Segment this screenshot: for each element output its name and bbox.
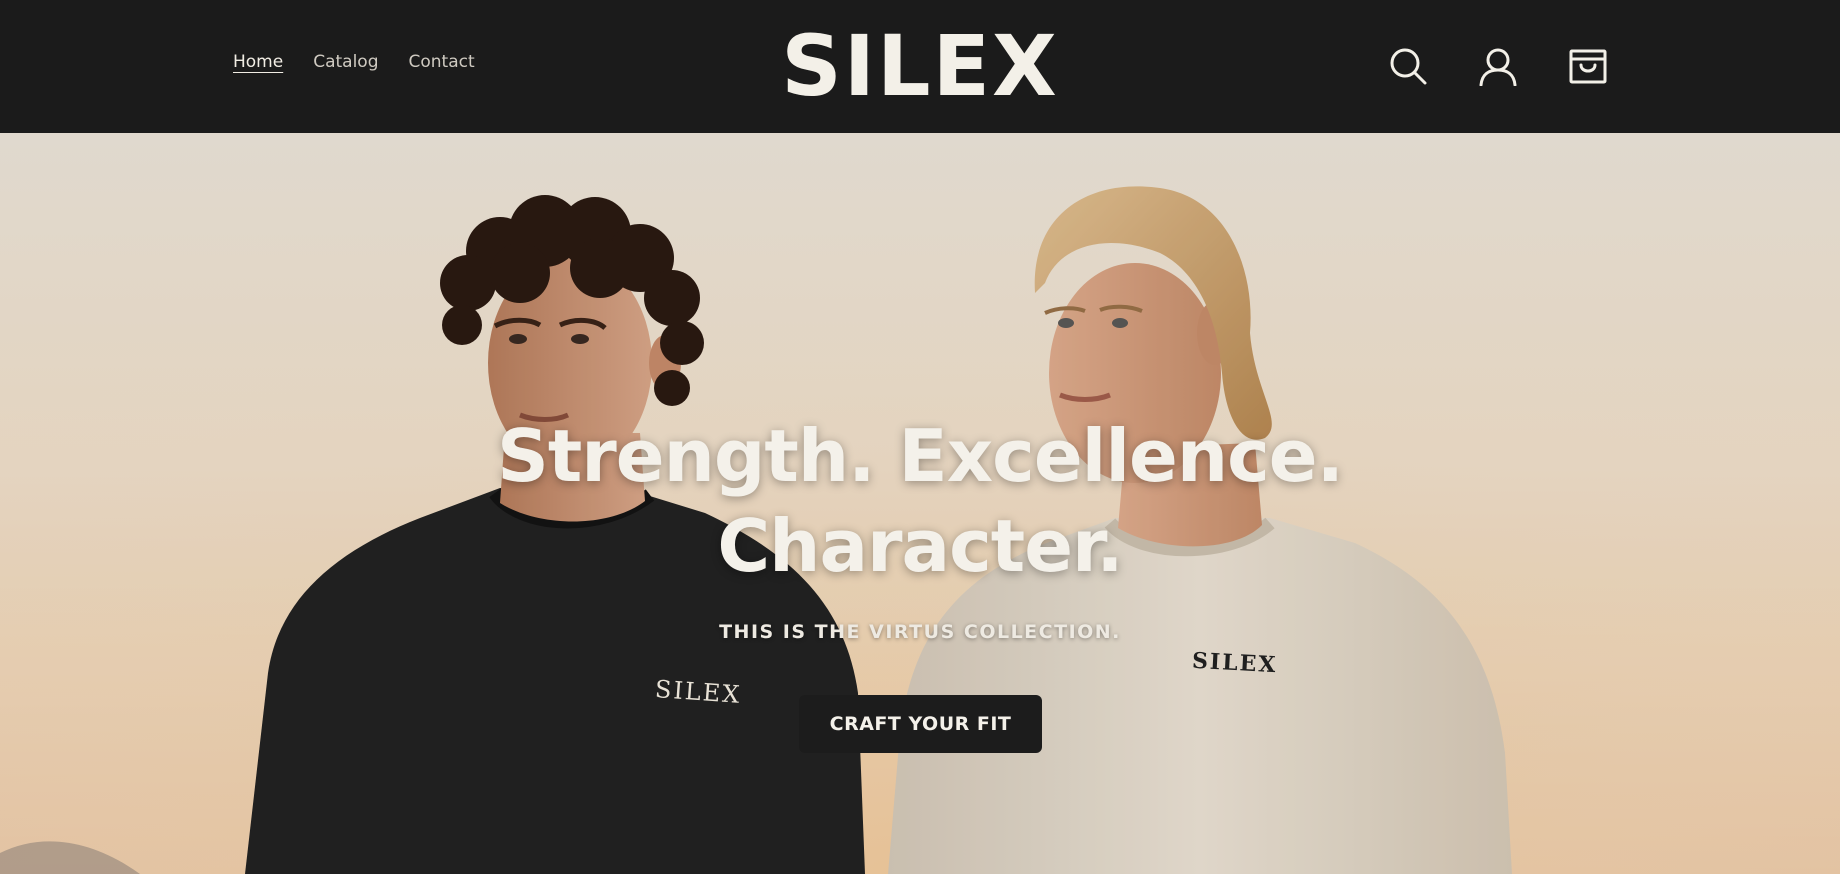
account-icon[interactable] xyxy=(1478,46,1518,86)
site-logo[interactable]: SILEX xyxy=(781,24,1058,108)
hero-title: Strength. Excellence. Character. xyxy=(0,411,1840,591)
hero-title-line-2: Character. xyxy=(717,504,1123,588)
main-nav: Home Catalog Contact xyxy=(233,52,475,72)
shirt-logo-left: SILEX xyxy=(654,675,743,709)
cart-icon[interactable] xyxy=(1568,46,1608,86)
shirt-logo-right: SILEX xyxy=(1191,647,1279,679)
hero-banner: SILEX SILEX Strength. Excellence. Charac… xyxy=(0,133,1840,874)
nav-contact-link[interactable]: Contact xyxy=(409,52,475,72)
search-icon[interactable] xyxy=(1388,46,1428,86)
site-header: Home Catalog Contact SILEX xyxy=(0,0,1840,133)
hero-title-line-1: Strength. Excellence. xyxy=(497,414,1344,498)
hero-subtitle: THIS IS THE VIRTUS COLLECTION. xyxy=(719,621,1121,643)
nav-catalog-link[interactable]: Catalog xyxy=(313,52,378,72)
craft-your-fit-button[interactable]: CRAFT YOUR FIT xyxy=(799,695,1042,753)
nav-home-link[interactable]: Home xyxy=(233,52,283,72)
header-icons xyxy=(1388,46,1608,86)
